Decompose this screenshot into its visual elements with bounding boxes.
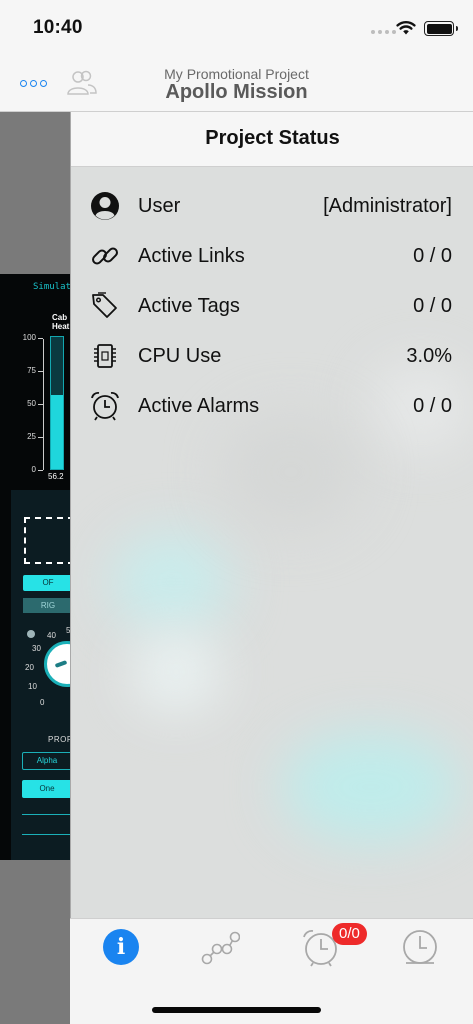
alarm-clock-icon [91, 392, 119, 421]
scale-tick-mark [38, 470, 43, 471]
scale-tick: 100 [22, 333, 36, 342]
alpha-button[interactable]: Alpha [22, 752, 70, 770]
level-bar [50, 336, 64, 470]
cabin-label-line2: Heat [52, 322, 70, 331]
blur-decoration [131, 632, 221, 712]
status-label: Active Tags [138, 295, 240, 317]
status-time: 10:40 [33, 17, 83, 38]
link-icon [92, 247, 118, 265]
scale-tick-mark [38, 437, 43, 438]
project-status-header: Project Status [71, 112, 473, 167]
scale-tick-mark [38, 371, 43, 372]
status-label: Active Alarms [138, 395, 260, 417]
status-value: 3.0% [406, 345, 452, 367]
scale-tick-mark [38, 338, 43, 339]
project-status-title: Project Status [205, 127, 340, 149]
status-value: 0 / 0 [413, 245, 452, 267]
scale-tick: 50 [27, 399, 36, 408]
alarm-count-badge: 0/0 [332, 923, 367, 945]
network-icon[interactable] [200, 927, 240, 967]
knob-tick: 20 [25, 663, 34, 672]
scale-tick-mark [38, 404, 43, 405]
wifi-icon [396, 21, 416, 35]
cpu-icon [94, 344, 116, 368]
cabin-label-line1: Cab [52, 313, 68, 322]
status-label: Active Links [138, 245, 245, 267]
tab-info[interactable]: i [101, 927, 141, 967]
blur-decoration [281, 732, 461, 842]
knob-tick: 10 [28, 682, 37, 691]
right-button[interactable]: RIG [23, 598, 70, 613]
status-row-active-alarms: Active Alarms 0 / 0 [71, 386, 473, 426]
blur-decoration [111, 532, 231, 632]
scale-axis [43, 339, 44, 470]
status-label: CPU Use [138, 345, 222, 367]
status-row-active-tags: Active Tags 0 / 0 [71, 286, 473, 326]
scale-tick: 75 [27, 366, 36, 375]
tags-icon [92, 292, 117, 318]
battery-icon [424, 21, 458, 36]
status-row-user: User [Administrator] [71, 186, 473, 226]
status-value: 0 / 0 [413, 295, 452, 317]
cellular-signal-icon [371, 30, 396, 34]
knob-tick: 0 [40, 698, 45, 707]
scale-tick: 25 [27, 432, 36, 441]
clock-icon[interactable] [400, 927, 440, 967]
knob-tick: 40 [47, 631, 56, 640]
one-button[interactable]: One [22, 780, 70, 798]
user-icon [91, 192, 119, 220]
dashed-placeholder [24, 517, 70, 564]
blur-decoration [221, 412, 361, 532]
status-row-active-links: Active Links 0 / 0 [71, 236, 473, 276]
cabin-heat-label: Cab Heat [52, 313, 69, 331]
level-value: 56.2 [48, 472, 64, 481]
project-title: Apollo Mission [165, 81, 308, 103]
divider-line [22, 814, 70, 815]
status-label: User [138, 195, 181, 217]
project-subtitle: My Promotional Project [164, 66, 309, 82]
scale-tick: 0 [31, 465, 36, 474]
simulation-label: Simulat [33, 282, 70, 292]
off-button[interactable]: OF [23, 575, 70, 591]
home-indicator[interactable] [152, 1007, 321, 1013]
level-bar-fill [51, 394, 63, 469]
status-value: 0 / 0 [413, 395, 452, 417]
background-hmi-view: Simulat Cab Heat 100 75 50 25 0 56.2 OF … [0, 274, 70, 860]
info-icon: i [103, 929, 139, 965]
project-status-panel: Project Status User [Administrator] Acti… [70, 112, 473, 1024]
properties-label: PROP [48, 735, 70, 744]
navigation-bar: My Promotional Project Apollo Mission [0, 58, 473, 112]
status-bar: 10:40 [0, 0, 473, 58]
divider-line [22, 834, 70, 835]
indicator-dot [27, 630, 35, 638]
status-row-cpu-use: CPU Use 3.0% [71, 336, 473, 376]
status-value: [Administrator] [323, 195, 452, 217]
knob-tick: 30 [32, 644, 41, 653]
